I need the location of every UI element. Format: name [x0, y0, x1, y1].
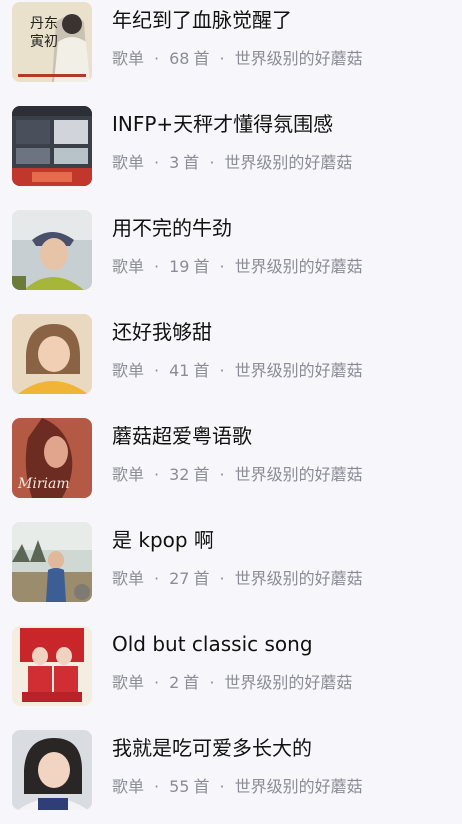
collage-cover-icon — [12, 106, 92, 186]
photo-cover-icon — [12, 522, 92, 602]
track-count: 2 — [169, 673, 180, 692]
album-cover-icon: Miriam — [12, 418, 92, 498]
track-count: 55 — [169, 777, 190, 796]
playlist-item[interactable]: 是 kpop 啊 歌单 · 27 首 · 世界级别的好蘑菇 — [0, 512, 462, 616]
playlist-type: 歌单 — [112, 257, 145, 276]
poster-cover-icon — [12, 626, 92, 706]
portrait-cover-icon — [12, 210, 92, 290]
playlist-title: 用不完的牛劲 — [112, 216, 232, 240]
creator-name: 世界级别的好蘑菇 — [234, 361, 363, 380]
track-count: 3 — [169, 153, 180, 172]
track-count: 32 — [169, 465, 190, 484]
playlist-type: 歌单 — [112, 673, 145, 692]
playlist-title: 我就是吃可爱多长大的 — [112, 736, 312, 760]
track-unit: 首 — [193, 569, 210, 588]
track-unit: 首 — [193, 49, 210, 68]
playlist-item[interactable]: Old but classic song 歌单 · 2 首 · 世界级别的好蘑菇 — [0, 616, 462, 720]
playlist-title: 蘑菇超爱粤语歌 — [112, 424, 252, 448]
playlist-meta: 歌单 · 68 首 · 世界级别的好蘑菇 — [112, 49, 363, 68]
playlist-item[interactable]: INFP+天秤才懂得氛围感 歌单 · 3 首 · 世界级别的好蘑菇 — [0, 96, 462, 200]
playlist-title: 还好我够甜 — [112, 320, 212, 344]
creator-name: 世界级别的好蘑菇 — [234, 569, 363, 588]
playlist-meta: 歌单 · 27 首 · 世界级别的好蘑菇 — [112, 569, 363, 588]
playlist-type: 歌单 — [112, 361, 145, 380]
playlist-meta: 歌单 · 32 首 · 世界级别的好蘑菇 — [112, 465, 363, 484]
track-unit: 首 — [193, 361, 210, 380]
playlist-item[interactable]: 还好我够甜 歌单 · 41 首 · 世界级别的好蘑菇 — [0, 304, 462, 408]
playlist-meta: 歌单 · 19 首 · 世界级别的好蘑菇 — [112, 257, 363, 276]
playlist-type: 歌单 — [112, 49, 145, 68]
playlist-item[interactable]: 我就是吃可爱多长大的 歌单 · 55 首 · 世界级别的好蘑菇 — [0, 720, 462, 824]
playlist-meta: 歌单 · 2 首 · 世界级别的好蘑菇 — [112, 673, 353, 692]
playlist-title: INFP+天秤才懂得氛围感 — [112, 112, 334, 136]
track-unit: 首 — [193, 465, 210, 484]
svg-text:丹东: 丹东 — [30, 16, 58, 32]
cover-signature: Miriam — [17, 476, 70, 492]
track-count: 68 — [169, 49, 190, 68]
playlist-type: 歌单 — [112, 777, 145, 796]
playlist-meta: 歌单 · 3 首 · 世界级别的好蘑菇 — [112, 153, 353, 172]
portrait-cover-icon — [12, 730, 92, 810]
svg-text:寅初: 寅初 — [30, 33, 58, 50]
creator-name: 世界级别的好蘑菇 — [234, 49, 363, 68]
track-count: 41 — [169, 361, 190, 380]
playlist-type: 歌单 — [112, 153, 145, 172]
track-count: 19 — [169, 257, 190, 276]
creator-name: 世界级别的好蘑菇 — [224, 673, 353, 692]
portrait-cover-icon — [12, 314, 92, 394]
playlist-meta: 歌单 · 41 首 · 世界级别的好蘑菇 — [112, 361, 363, 380]
playlist-title: 是 kpop 啊 — [112, 528, 214, 552]
track-unit: 首 — [183, 673, 200, 692]
playlist-item[interactable]: 用不完的牛劲 歌单 · 19 首 · 世界级别的好蘑菇 — [0, 200, 462, 304]
playlist-list: 丹东 寅初 年纪到了血脉觉醒了 歌单 · 68 首 · 世界级别的好蘑菇 INFP+天秤才… — [0, 0, 462, 824]
creator-name: 世界级别的好蘑菇 — [234, 257, 363, 276]
playlist-title: Old but classic song — [112, 632, 313, 656]
playlist-item[interactable]: 丹东 寅初 年纪到了血脉觉醒了 歌单 · 68 首 · 世界级别的好蘑菇 — [0, 0, 462, 96]
creator-name: 世界级别的好蘑菇 — [224, 153, 353, 172]
track-unit: 首 — [193, 777, 210, 796]
creator-name: 世界级别的好蘑菇 — [234, 465, 363, 484]
track-unit: 首 — [193, 257, 210, 276]
track-count: 27 — [169, 569, 190, 588]
creator-name: 世界级别的好蘑菇 — [234, 777, 363, 796]
playlist-item[interactable]: Miriam 蘑菇超爱粤语歌 歌单 · 32 首 · 世界级别的好蘑菇 — [0, 408, 462, 512]
playlist-type: 歌单 — [112, 465, 145, 484]
book-cover-icon: 丹东 寅初 — [12, 2, 92, 82]
playlist-type: 歌单 — [112, 569, 145, 588]
playlist-title: 年纪到了血脉觉醒了 — [112, 8, 292, 32]
track-unit: 首 — [183, 153, 200, 172]
playlist-meta: 歌单 · 55 首 · 世界级别的好蘑菇 — [112, 777, 363, 796]
